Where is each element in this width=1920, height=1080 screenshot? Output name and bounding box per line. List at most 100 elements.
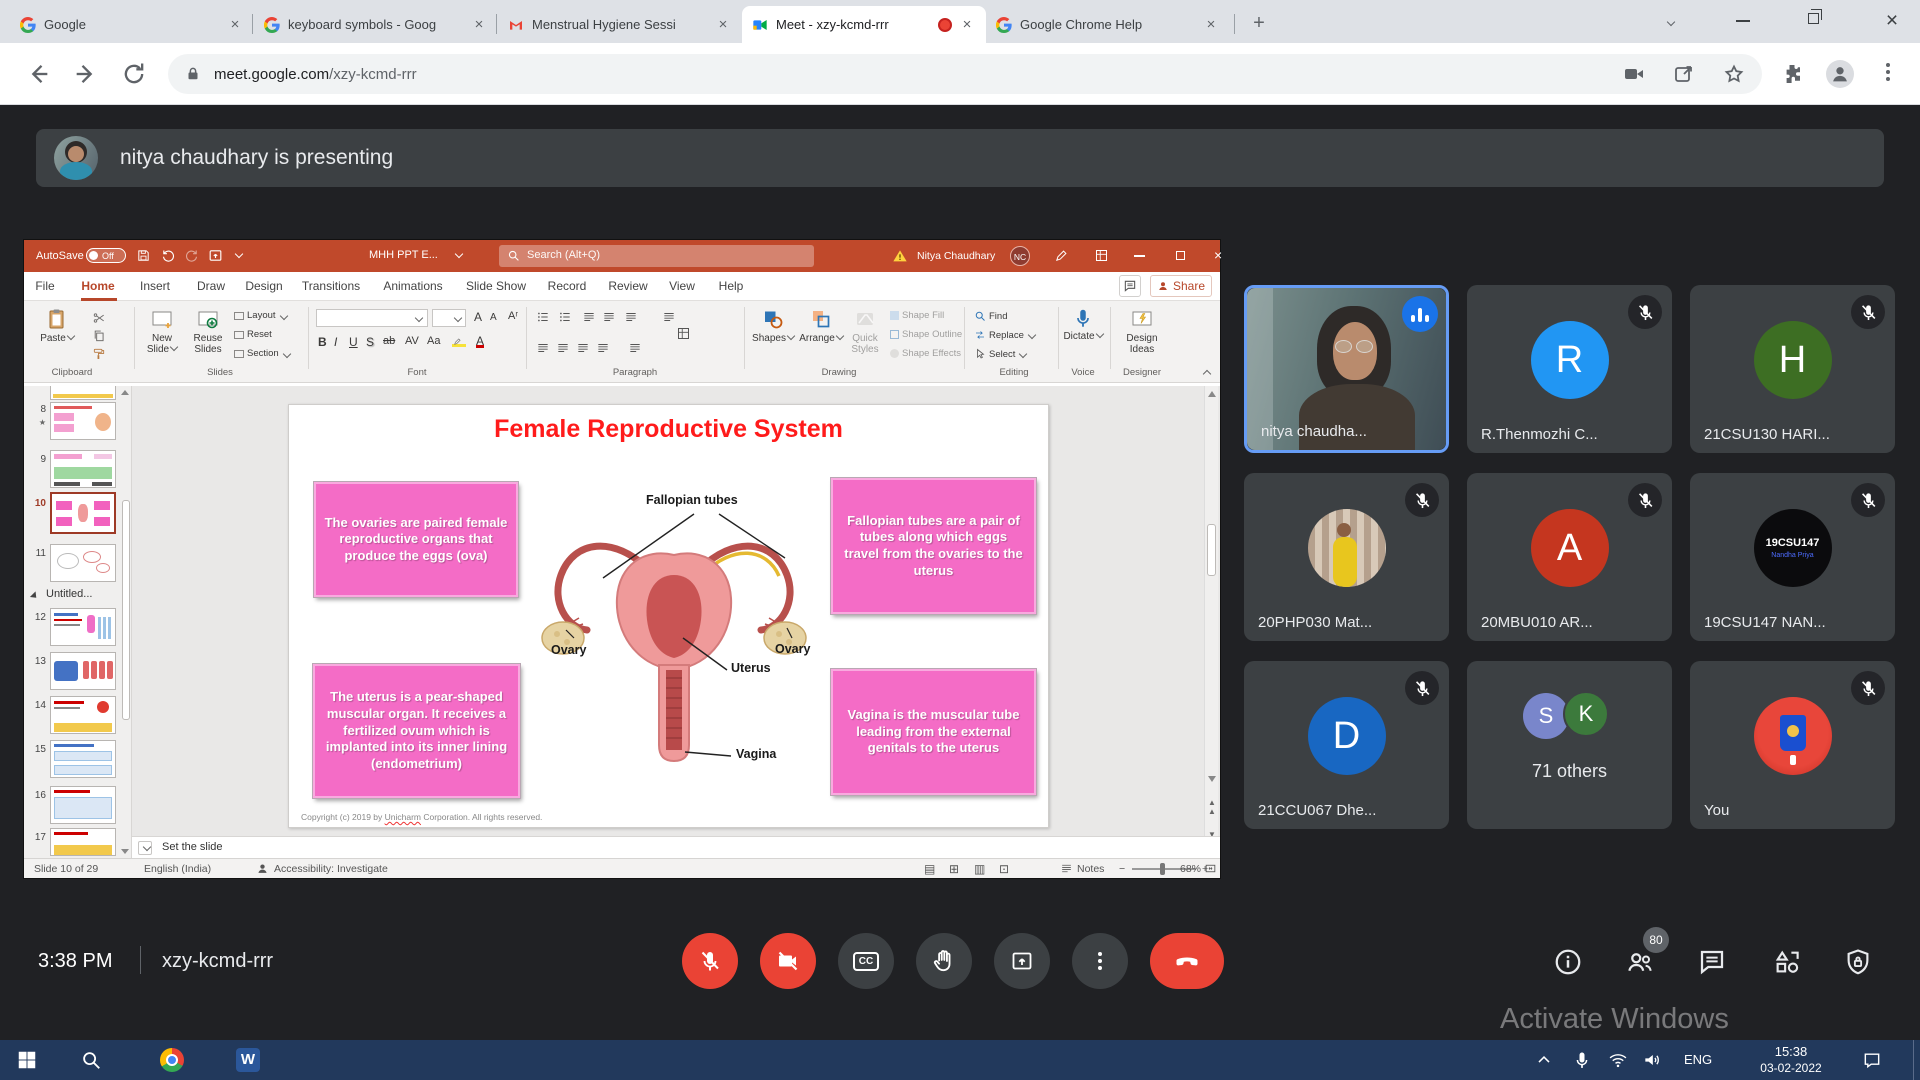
share-page-icon[interactable] xyxy=(1672,62,1696,86)
taskbar-search-icon[interactable] xyxy=(80,1049,102,1071)
tab-close-icon[interactable]: × xyxy=(714,16,732,34)
participant-tile[interactable]: H 21CSU130 HARI... xyxy=(1690,285,1895,453)
ppt-search-box: Search (Alt+Q) xyxy=(499,245,814,267)
diagram-label-ovary-right: Ovary xyxy=(775,642,810,656)
forward-button[interactable] xyxy=(72,60,100,88)
window-close-button[interactable]: × xyxy=(1878,7,1906,35)
ppt-group-clipboard: Clipboard xyxy=(52,367,93,378)
ppt-arrange-button: Arrange xyxy=(798,305,844,344)
bookmark-star-icon[interactable] xyxy=(1722,62,1746,86)
ppt-title-chevron-icon xyxy=(455,250,463,258)
ppt-draw-pen-icon xyxy=(1054,248,1069,263)
shared-screen-presentation[interactable]: AutoSave Off MHH PPT E... Search (Alt+Q)… xyxy=(24,240,1220,878)
participant-tile[interactable]: A 20MBU010 AR... xyxy=(1467,473,1672,641)
participant-tile[interactable]: R R.Thenmozhi C... xyxy=(1467,285,1672,453)
tab-close-icon[interactable]: × xyxy=(1202,16,1220,34)
participant-avatar: H xyxy=(1754,321,1832,399)
accessibility-icon xyxy=(256,862,269,875)
thumbs-scroll-down-icon xyxy=(121,849,129,854)
divider xyxy=(140,946,141,974)
taskbar-word-icon[interactable]: W xyxy=(236,1048,260,1072)
participant-tile[interactable]: 19CSU147 Nandha Priya 19CSU147 NAN... xyxy=(1690,473,1895,641)
participant-avatar: R xyxy=(1531,321,1609,399)
tray-volume-icon[interactable] xyxy=(1642,1050,1662,1070)
tab-close-icon[interactable]: × xyxy=(226,16,244,34)
ribbon-divider xyxy=(308,307,309,369)
back-button[interactable] xyxy=(24,60,52,88)
mic-off-icon xyxy=(1628,483,1662,517)
change-case-button: Aa xyxy=(427,335,440,347)
host-controls-button[interactable] xyxy=(1843,947,1873,977)
tray-clock[interactable]: 15:38 03-02-2022 xyxy=(1736,1044,1846,1076)
participant-tile-nitya[interactable]: nitya chaudha... xyxy=(1244,285,1449,453)
mic-toggle-button[interactable] xyxy=(682,933,738,989)
ppt-group-drawing: Drawing xyxy=(822,367,857,378)
taskbar-chrome-icon[interactable] xyxy=(160,1048,184,1072)
ppt-autosave-toggle: Off xyxy=(86,248,126,263)
strikethrough-button: ab xyxy=(383,335,395,347)
captions-button[interactable]: CC xyxy=(838,933,894,989)
thumbs-scrollbar xyxy=(122,500,130,720)
profile-avatar[interactable] xyxy=(1826,60,1854,88)
overflow-count-label: 71 others xyxy=(1467,761,1672,782)
tab-keyboard-symbols[interactable]: keyboard symbols - Goog × xyxy=(254,6,498,43)
new-tab-button[interactable]: + xyxy=(1245,9,1273,37)
fit-slide-icon xyxy=(1204,862,1217,875)
tab-google[interactable]: Google × xyxy=(10,6,254,43)
camera-in-use-icon[interactable] xyxy=(1622,62,1646,86)
ppt-menu-help: Help xyxy=(719,279,744,293)
thumbnail-number-selected: 10 xyxy=(28,498,46,509)
tray-chevron-up-icon[interactable] xyxy=(1534,1050,1554,1070)
action-center-icon[interactable] xyxy=(1862,1050,1882,1070)
font-name-box xyxy=(316,309,428,327)
start-button[interactable] xyxy=(16,1049,38,1071)
thumbs-scroll-up-icon xyxy=(121,390,129,395)
speaking-indicator xyxy=(1402,296,1438,332)
mic-off-icon xyxy=(1851,483,1885,517)
ppt-menu-transitions: Transitions xyxy=(302,279,360,293)
overflow-participants-tile[interactable]: S K 71 others xyxy=(1467,661,1672,829)
windows-taskbar: W ENG 15:38 03-02-2022 xyxy=(0,1040,1920,1080)
dictate-mic-icon xyxy=(1072,307,1094,329)
tab-close-icon[interactable]: × xyxy=(958,16,976,34)
diagram-label-vagina: Vagina xyxy=(736,747,776,761)
tray-wifi-icon[interactable] xyxy=(1608,1050,1628,1070)
lock-icon xyxy=(184,65,202,83)
window-restore-button[interactable] xyxy=(1808,13,1819,24)
address-bar[interactable]: meet.google.com/xzy-kcmd-rrr xyxy=(168,54,1762,94)
present-now-button[interactable] xyxy=(994,933,1050,989)
extensions-puzzle-icon[interactable] xyxy=(1780,62,1804,86)
ppt-shape-fill-button: Shape Fill xyxy=(890,310,944,321)
previous-slide-icon: ▲▲ xyxy=(1208,798,1216,816)
leave-call-button[interactable] xyxy=(1150,933,1224,989)
ppt-menu-slideshow: Slide Show xyxy=(466,279,526,293)
meet-page: nitya chaudhary is presenting AutoSave O… xyxy=(0,105,1920,1040)
align-left-icon xyxy=(536,341,550,355)
align-center-icon xyxy=(556,341,570,355)
ppt-menu-animations: Animations xyxy=(383,279,442,293)
ppt-shapes-button: Shapes xyxy=(750,305,796,344)
reload-button[interactable] xyxy=(120,60,148,88)
tab-chrome-help[interactable]: Google Chrome Help × xyxy=(986,6,1230,43)
scroll-up-icon xyxy=(1208,391,1216,397)
tab-menstrual-hygiene[interactable]: Menstrual Hygiene Sessi × xyxy=(498,6,742,43)
self-tile[interactable]: You xyxy=(1690,661,1895,829)
thumbnail-preview xyxy=(50,544,116,582)
participant-tile[interactable]: D 21CCU067 Dhe... xyxy=(1244,661,1449,829)
tab-search-chevron-icon[interactable] xyxy=(1666,14,1690,30)
meeting-details-button[interactable] xyxy=(1553,947,1583,977)
more-options-button[interactable] xyxy=(1072,933,1128,989)
tab-meet-active[interactable]: Meet - xzy-kcmd-rrr × xyxy=(742,6,986,43)
tray-language[interactable]: ENG xyxy=(1684,1052,1712,1067)
tray-mic-icon[interactable] xyxy=(1572,1050,1592,1070)
tab-close-icon[interactable]: × xyxy=(470,16,488,34)
show-desktop-divider[interactable] xyxy=(1913,1040,1914,1080)
participant-tile[interactable]: 20PHP030 Mat... xyxy=(1244,473,1449,641)
raise-hand-button[interactable] xyxy=(916,933,972,989)
window-minimize-button[interactable] xyxy=(1736,20,1750,22)
chat-button[interactable] xyxy=(1697,947,1727,977)
activities-button[interactable] xyxy=(1772,947,1802,977)
chrome-menu-kebab-icon[interactable] xyxy=(1886,60,1892,88)
view-reading-icon: ▥ xyxy=(974,862,985,876)
camera-toggle-button[interactable] xyxy=(760,933,816,989)
